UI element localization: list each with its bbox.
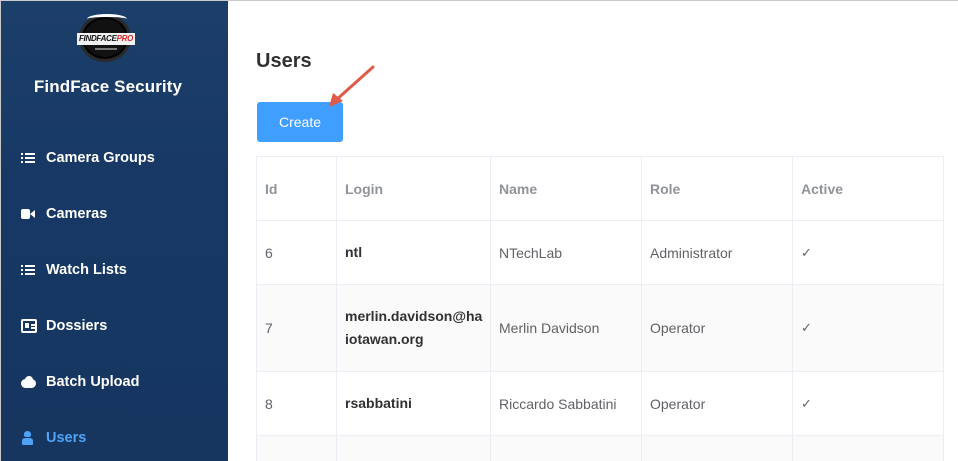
cell-id: 8 <box>257 372 337 435</box>
sidebar-item-label: Dossiers <box>46 318 108 334</box>
login-link[interactable]: rsabbatini <box>345 392 485 415</box>
cell-role: Operator <box>642 285 793 371</box>
cell-login[interactable]: ntl <box>337 221 491 284</box>
sidebar-item-dossiers[interactable]: Dossiers <box>1 298 228 354</box>
page-title: Users <box>256 50 312 72</box>
check-icon: ✓ <box>801 320 812 335</box>
sidebar-item-camera-groups[interactable]: Camera Groups <box>1 130 228 186</box>
sidebar-item-cameras[interactable]: Cameras <box>1 186 228 242</box>
cell-name: Riccardo Sabbatini <box>491 372 642 435</box>
cell-login <box>337 436 491 461</box>
cell-active: ✓ <box>793 285 943 371</box>
cell-login[interactable]: merlin.davidson@haiotawan.org <box>337 285 491 371</box>
column-header-active[interactable]: Active <box>793 157 943 220</box>
check-icon: ✓ <box>801 244 812 260</box>
cell-id <box>257 436 337 461</box>
cell-id: 6 <box>257 221 337 284</box>
table-row[interactable] <box>257 436 943 461</box>
sidebar: FINDFACEPRO FindFace Security Camera Gro… <box>1 1 228 461</box>
id-card-icon <box>21 319 37 333</box>
brand-title: FindFace Security <box>33 77 183 96</box>
annotation-arrow-icon <box>329 65 375 107</box>
sidebar-item-label: Batch Upload <box>46 374 140 390</box>
sidebar-item-label: Cameras <box>46 206 108 222</box>
camera-icon <box>21 207 37 221</box>
login-link[interactable]: merlin.davidson@haiotawan.org <box>345 305 485 351</box>
cell-login[interactable]: rsabbatini <box>337 372 491 435</box>
cell-active <box>793 436 943 461</box>
check-icon: ✓ <box>801 395 812 411</box>
column-header-role[interactable]: Role <box>642 157 793 220</box>
cell-name <box>491 436 642 461</box>
main-content: Users Create Id Login Name Role Active 6… <box>228 1 958 461</box>
cell-active: ✓ <box>793 221 943 284</box>
table-row[interactable]: 6 ntl NTechLab Administrator ✓ <box>257 221 943 285</box>
column-header-login[interactable]: Login <box>337 157 491 220</box>
findface-logo: FINDFACEPRO <box>77 12 135 64</box>
sidebar-item-users[interactable]: Users <box>1 410 228 461</box>
cell-name: Merlin Davidson <box>491 285 642 371</box>
sidebar-item-watch-lists[interactable]: Watch Lists <box>1 242 228 298</box>
table-row[interactable]: 8 rsabbatini Riccardo Sabbatini Operator… <box>257 372 943 436</box>
list-icon <box>21 263 37 277</box>
cell-name: NTechLab <box>491 221 642 284</box>
sidebar-item-label: Watch Lists <box>46 262 127 278</box>
table-header: Id Login Name Role Active <box>257 157 943 221</box>
cell-active: ✓ <box>793 372 943 435</box>
login-link[interactable]: ntl <box>345 241 485 264</box>
sidebar-item-label: Camera Groups <box>46 150 155 166</box>
sidebar-item-label: Users <box>46 430 87 446</box>
column-header-id[interactable]: Id <box>257 157 337 220</box>
table-row[interactable]: 7 merlin.davidson@haiotawan.org Merlin D… <box>257 285 943 372</box>
list-icon <box>21 151 37 165</box>
cell-role <box>642 436 793 461</box>
cell-id: 7 <box>257 285 337 371</box>
cell-role: Administrator <box>642 221 793 284</box>
user-icon <box>21 431 37 445</box>
cell-role: Operator <box>642 372 793 435</box>
sidebar-item-batch-upload[interactable]: Batch Upload <box>1 354 228 410</box>
cloud-upload-icon <box>21 375 37 389</box>
users-table: Id Login Name Role Active 6 ntl NTechLab… <box>256 156 944 461</box>
column-header-name[interactable]: Name <box>491 157 642 220</box>
